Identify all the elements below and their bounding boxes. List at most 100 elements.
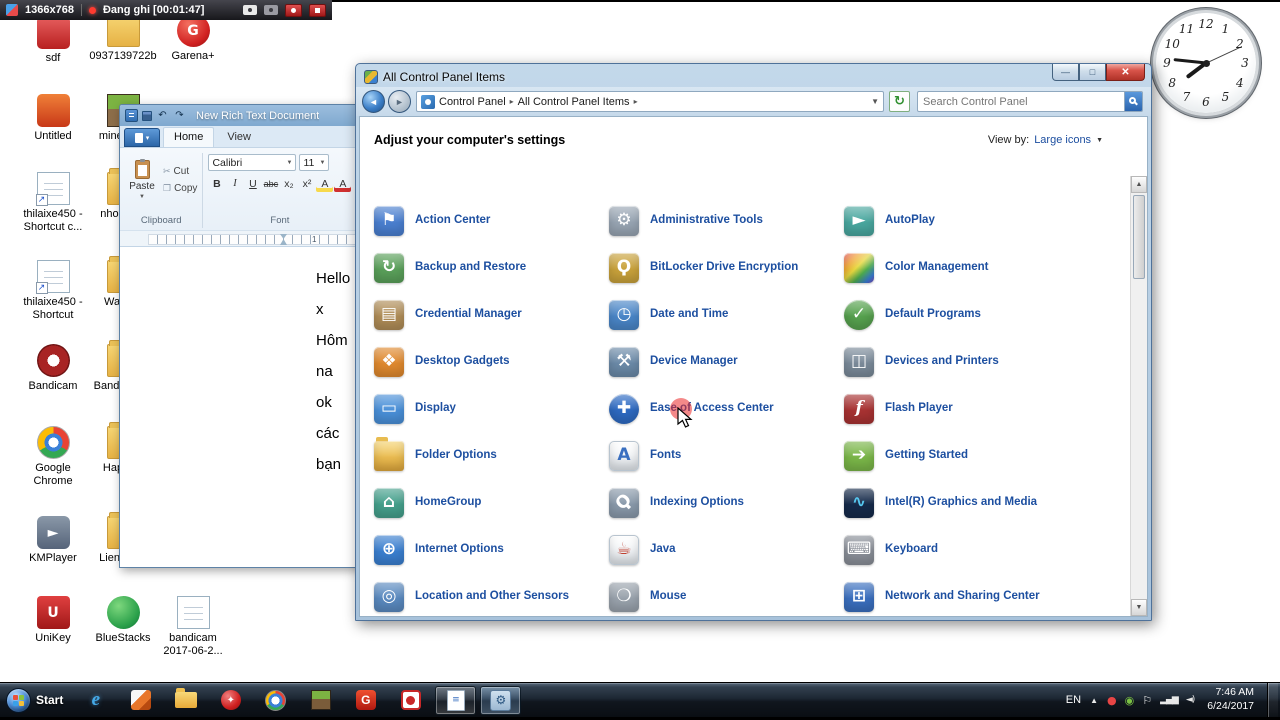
desktop-icon-garena[interactable]: GGarena+	[158, 14, 228, 63]
cp-item-mouse[interactable]: ❍Mouse	[609, 573, 844, 617]
scroll-down-button[interactable]: ▼	[1131, 599, 1147, 616]
cut-button[interactable]: ✂ Cut	[163, 166, 197, 177]
cp-item-location-and-other-sensors[interactable]: ◎Location and Other Sensors	[374, 573, 609, 617]
desktop-icon-kmplayer[interactable]: ►KMPlayer	[18, 516, 88, 565]
desktop-icon-0937139722b[interactable]: 0937139722b	[88, 14, 158, 63]
chevron-down-icon[interactable]: ▼	[1096, 137, 1103, 144]
cp-item-homegroup[interactable]: ⌂HomeGroup	[374, 479, 609, 526]
copy-button[interactable]: ❐ Copy	[163, 183, 197, 194]
scrollbar-thumb[interactable]	[1133, 195, 1145, 279]
taskbar-button-minecraft[interactable]	[300, 686, 341, 715]
view-by-value[interactable]: Large icons	[1034, 134, 1091, 146]
font-family-select[interactable]: Calibri ▼	[208, 154, 296, 171]
cp-item-color-management[interactable]: Color Management	[844, 244, 1079, 291]
cp-item-devices-and-printers[interactable]: ◫Devices and Printers	[844, 338, 1079, 385]
cp-item-network-and-sharing-center[interactable]: ⊞Network and Sharing Center	[844, 573, 1079, 617]
show-desktop-button[interactable]	[1267, 683, 1278, 717]
back-button[interactable]: ◄	[362, 90, 385, 113]
record-button[interactable]	[285, 4, 302, 17]
desktop-icon-google-chrome[interactable]: Google Chrome	[18, 426, 88, 487]
control-panel-titlebar[interactable]: All Control Panel Items — □ ✕	[356, 64, 1151, 87]
desktop-icon-sdf[interactable]: sdf	[18, 16, 88, 65]
highlight-button[interactable]: A	[316, 175, 333, 192]
start-button[interactable]: Start	[0, 683, 73, 717]
taskbar-button-garena[interactable]: G	[345, 686, 386, 715]
cp-item-action-center[interactable]: ⚑Action Center	[374, 197, 609, 244]
cp-item-autoplay[interactable]: ►AutoPlay	[844, 197, 1079, 244]
cp-item-getting-started[interactable]: ➔Getting Started	[844, 432, 1079, 479]
strikethrough-button[interactable]: abc	[262, 175, 279, 192]
photo-camera-icon[interactable]	[264, 5, 278, 15]
hidden-icons-chevron[interactable]: ▲	[1090, 696, 1098, 705]
taskbar-button-bandicam[interactable]	[390, 686, 431, 715]
subscript-button[interactable]: x₂	[280, 175, 297, 192]
cp-item-date-and-time[interactable]: ◷Date and Time	[609, 291, 844, 338]
action-center-flag-icon[interactable]: ⚐	[1142, 695, 1152, 706]
breadcrumb-item-all-control-panel-items[interactable]: All Control Panel Items	[518, 96, 630, 108]
scrollbar-track[interactable]	[1131, 281, 1147, 599]
wordpad-document[interactable]: Hello xHôm naokcác bạn	[120, 247, 359, 567]
desktop-icon-thilaixe450-shortcut[interactable]: ↗thilaixe450 - Shortcut	[18, 260, 88, 321]
stop-button[interactable]	[309, 4, 326, 17]
address-field[interactable]: Control Panel▸All Control Panel Items▸ ▼	[416, 91, 884, 112]
video-camera-icon[interactable]	[243, 5, 257, 15]
cp-item-internet-options[interactable]: ⊕Internet Options	[374, 526, 609, 573]
refresh-button[interactable]: ↻	[889, 91, 910, 112]
file-menu-button[interactable]: ▾	[124, 128, 160, 147]
breadcrumb-item-control-panel[interactable]: Control Panel	[439, 96, 506, 108]
font-size-select[interactable]: 11 ▼	[299, 154, 329, 171]
taskbar-button-wordpad[interactable]: ≡	[435, 686, 476, 715]
usb-icon[interactable]: ◉	[1125, 695, 1135, 706]
clock-gadget[interactable]: 123456789101112	[1153, 10, 1259, 116]
cp-item-flash-player[interactable]: fFlash Player	[844, 385, 1079, 432]
tab-home[interactable]: Home	[163, 127, 214, 147]
cp-item-folder-options[interactable]: Folder Options	[374, 432, 609, 479]
cp-item-keyboard[interactable]: ⌨Keyboard	[844, 526, 1079, 573]
bold-button[interactable]: B	[208, 175, 225, 192]
cp-item-default-programs[interactable]: ✓Default Programs	[844, 291, 1079, 338]
bandicam-tray-icon[interactable]: ●	[1107, 695, 1117, 706]
taskbar-button-red-media-app[interactable]: ✦	[210, 686, 251, 715]
taskbar-button-google-chrome[interactable]	[255, 686, 296, 715]
tab-view[interactable]: View	[217, 128, 261, 147]
paste-button[interactable]: Paste ▼	[125, 151, 159, 209]
desktop-icon-unikey[interactable]: UUniKey	[18, 596, 88, 645]
maximize-button[interactable]: □	[1079, 64, 1106, 81]
cp-item-fonts[interactable]: AFonts	[609, 432, 844, 479]
desktop-icon-thilaixe450-shortcut-c[interactable]: ↗thilaixe450 - Shortcut c...	[18, 172, 88, 233]
language-indicator[interactable]: EN	[1066, 694, 1081, 706]
search-button[interactable]	[1124, 92, 1142, 111]
desktop-icon-bluestacks[interactable]: BlueStacks	[88, 596, 158, 645]
minimize-button[interactable]: —	[1052, 64, 1079, 81]
search-input[interactable]	[918, 96, 1124, 108]
font-color-button[interactable]: A	[334, 175, 351, 192]
cp-item-intel-r-graphics-and-media[interactable]: ∿Intel(R) Graphics and Media	[844, 479, 1079, 526]
taskbar-button-internet-explorer[interactable]: e	[75, 686, 116, 715]
taskbar-button-windows-explorer[interactable]	[165, 686, 206, 715]
address-dropdown-icon[interactable]: ▼	[871, 97, 879, 106]
undo-button[interactable]: ↶	[156, 110, 169, 121]
cp-item-display[interactable]: ▭Display	[374, 385, 609, 432]
superscript-button[interactable]: x²	[298, 175, 315, 192]
desktop-icon-untitled[interactable]: Untitled	[18, 94, 88, 143]
cp-item-device-manager[interactable]: ⚒Device Manager	[609, 338, 844, 385]
cp-item-backup-and-restore[interactable]: ↻Backup and Restore	[374, 244, 609, 291]
redo-button[interactable]: ↷	[173, 110, 186, 121]
cp-item-ease-of-access-center[interactable]: ✚Ease of Access Center	[609, 385, 844, 432]
cp-item-indexing-options[interactable]: ϘIndexing Options	[609, 479, 844, 526]
desktop-icon-bandicam-2017-06-2[interactable]: bandicam 2017-06-2...	[158, 596, 228, 657]
save-button[interactable]	[142, 111, 152, 121]
taskbar-button-control-panel[interactable]: ⚙	[480, 686, 521, 715]
cp-item-administrative-tools[interactable]: ⚙Administrative Tools	[609, 197, 844, 244]
desktop-icon-bandicam[interactable]: Bandicam	[18, 344, 88, 393]
cp-item-bitlocker-drive-encryption[interactable]: ϘBitLocker Drive Encryption	[609, 244, 844, 291]
taskbar-clock[interactable]: 7:46 AM 6/24/2017	[1203, 686, 1258, 713]
underline-button[interactable]: U	[244, 175, 261, 192]
scroll-up-button[interactable]: ▲	[1131, 176, 1147, 193]
cp-item-java[interactable]: ☕Java	[609, 526, 844, 573]
volume-icon[interactable]: ◄)	[1186, 696, 1194, 705]
cp-item-credential-manager[interactable]: ▤Credential Manager	[374, 291, 609, 338]
network-icon[interactable]: ▂▄▆	[1160, 696, 1178, 705]
wordpad-titlebar[interactable]: ↶ ↷ New Rich Text Document	[120, 105, 359, 126]
cp-item-desktop-gadgets[interactable]: ❖Desktop Gadgets	[374, 338, 609, 385]
